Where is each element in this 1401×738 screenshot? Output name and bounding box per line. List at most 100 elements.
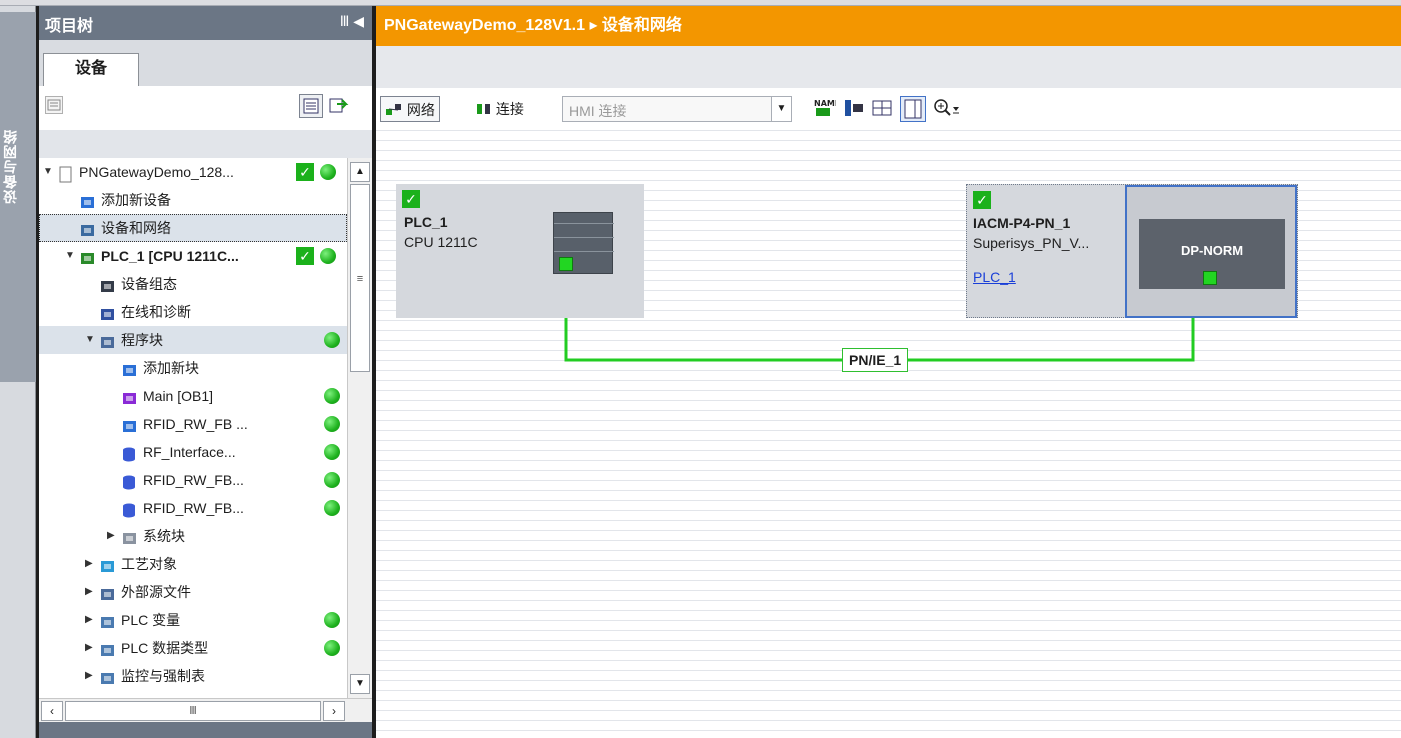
add-block-icon [121,360,138,377]
tree-item-label: 系统块 [143,528,185,544]
tree-item[interactable]: ▶ PLC 变量 [39,606,347,634]
device-iacm-p4-pn-1[interactable]: ✓ IACM-P4-PN_1 Superisys_PN_V... PLC_1 D… [966,184,1298,318]
external-source-icon [99,584,116,601]
tab-devices[interactable]: 设备 [43,53,139,86]
show-interface-icon[interactable] [842,96,868,122]
chevron-down-icon[interactable]: ▼ [771,97,791,121]
hscroll-thumb[interactable]: Ⅲ [65,701,321,721]
tree-item[interactable]: RFID_RW_FB... [39,466,347,494]
tree-item[interactable]: Main [OB1] [39,382,347,410]
tree-item-label: PLC_1 [CPU 1211C... [101,248,239,264]
vertical-tab-devices-networks[interactable]: 设备与网络 [0,12,36,382]
collapse-arrow-icon[interactable]: ▶ [85,634,97,662]
tree-item[interactable]: RFID_RW_FB ... [39,410,347,438]
fb-block-icon [121,416,138,433]
online-status-icon [320,164,336,180]
collapse-arrow-icon[interactable]: ▶ [85,550,97,578]
tree-item-status: ✓ [296,242,336,270]
online-status-icon [320,248,336,264]
tree-item-label: PLC 数据类型 [121,640,209,656]
collapse-arrow-icon[interactable]: ▶ [107,522,119,550]
online-status-icon [324,472,340,488]
tree-vertical-scrollbar[interactable]: ▲ ≡ ▼ [347,158,372,698]
show-names-icon[interactable]: NAME [812,96,840,122]
scroll-down-icon[interactable]: ▼ [350,674,370,694]
tree-item[interactable]: ▼ PNGatewayDemo_128... ✓ [39,158,347,186]
connection-mode-button[interactable]: 连接 [476,96,524,122]
tree-item[interactable]: 在线和诊断 [39,298,347,326]
online-status-icon [324,500,340,516]
tree-item-label: 在线和诊断 [121,304,191,320]
network-mode-button[interactable]: 网络 [380,96,440,122]
device-name: PLC_1 [404,214,448,230]
io-controller-link[interactable]: PLC_1 [973,269,1016,285]
online-status-icon [324,332,340,348]
tree-item-label: 程序块 [121,332,163,348]
tree-item-label: Main [OB1] [143,388,214,404]
scroll-right-icon[interactable]: › [323,701,345,721]
tia-portal-window: 设备与网络 项目树 Ⅲ ◀ 设备 ▼ PNGatewayDemo_128... ✓ 添… [0,0,1401,738]
network-canvas[interactable]: ✓ PLC_1 CPU 1211C ✓ IACM-P4-PN_1 Superis… [376,130,1401,738]
tree-item-label: 添加新设备 [101,192,171,208]
project-icon [57,164,74,183]
show-table-icon[interactable] [900,96,926,122]
tree-item[interactable]: ▶ PLC 数据类型 [39,634,347,662]
expand-arrow-icon[interactable]: ▼ [43,158,55,186]
profinet-port-icon[interactable] [1203,271,1217,285]
collapse-arrow-icon[interactable]: ▶ [85,662,97,690]
collapse-arrow-icon[interactable]: ▶ [85,578,97,606]
tree-item-status [296,494,340,522]
show-grid-icon[interactable] [870,96,896,122]
tree-item[interactable]: RFID_RW_FB... [39,494,347,522]
tree-item-label: 工艺对象 [121,556,177,572]
export-icon[interactable] [327,94,351,118]
svg-text:NAME: NAME [814,99,836,108]
collapse-arrow-icon[interactable]: ▶ [85,606,97,634]
device-type: Superisys_PN_V... [973,235,1090,251]
online-status-icon [324,612,340,628]
profinet-port-icon[interactable] [559,257,573,271]
db-block-icon [121,500,138,518]
ob-block-icon [121,388,138,405]
expand-arrow-icon[interactable]: ▼ [65,242,77,270]
compiled-check-icon: ✓ [296,163,314,181]
overview-icon[interactable] [45,96,63,114]
tree-item[interactable]: 添加新设备 [39,186,347,214]
online-status-icon [324,444,340,460]
tree-item-label: PLC 变量 [121,612,181,628]
subnet-label[interactable]: PN/IE_1 [842,348,909,372]
selected-module-frame[interactable]: DP-NORM [1125,185,1297,318]
tree-item[interactable]: 设备和网络 [39,214,347,242]
tree-horizontal-scrollbar[interactable]: ‹ Ⅲ › [39,698,372,722]
online-status-icon [324,388,340,404]
db-block-icon [121,444,138,462]
hmi-connection-select[interactable]: HMI 连接 ▼ [562,96,792,122]
device-plc-1[interactable]: ✓ PLC_1 CPU 1211C [396,184,644,318]
scroll-thumb[interactable]: ≡ [350,184,370,372]
scroll-left-icon[interactable]: ‹ [41,701,63,721]
tree-item-status [296,438,340,466]
hmi-connection-value: HMI 连接 [569,103,627,119]
tree-item[interactable]: ▶ 监控与强制表 [39,662,347,690]
tree-item[interactable]: ▶ 系统块 [39,522,347,550]
tree-item-label: 设备组态 [121,276,177,292]
tree-spacer [39,130,372,158]
left-vertical-tabbar: 设备与网络 [0,6,36,738]
zoom-icon[interactable] [932,96,959,122]
project-tree-header: 项目树 Ⅲ ◀ [39,6,372,40]
tree-item[interactable]: 设备组态 [39,270,347,298]
tree-item[interactable]: ▼ PLC_1 [CPU 1211C... ✓ [39,242,347,270]
tree-item[interactable]: RF_Interface... [39,438,347,466]
tree-item[interactable]: 添加新块 [39,354,347,382]
tree-item-status: ✓ [296,158,336,186]
tree-item[interactable]: ▶ 外部源文件 [39,578,347,606]
scroll-up-icon[interactable]: ▲ [350,162,370,182]
view-details-icon[interactable] [299,94,323,118]
collapse-panel-icon[interactable]: Ⅲ ◀ [340,13,364,30]
network-mode-icon [386,104,401,115]
tree-item[interactable]: ▼ 程序块 [39,326,347,354]
tree-item-status [296,382,340,410]
tree-item[interactable]: ▶ 工艺对象 [39,550,347,578]
network-mode-label: 网络 [406,102,435,118]
expand-arrow-icon[interactable]: ▼ [85,326,97,354]
